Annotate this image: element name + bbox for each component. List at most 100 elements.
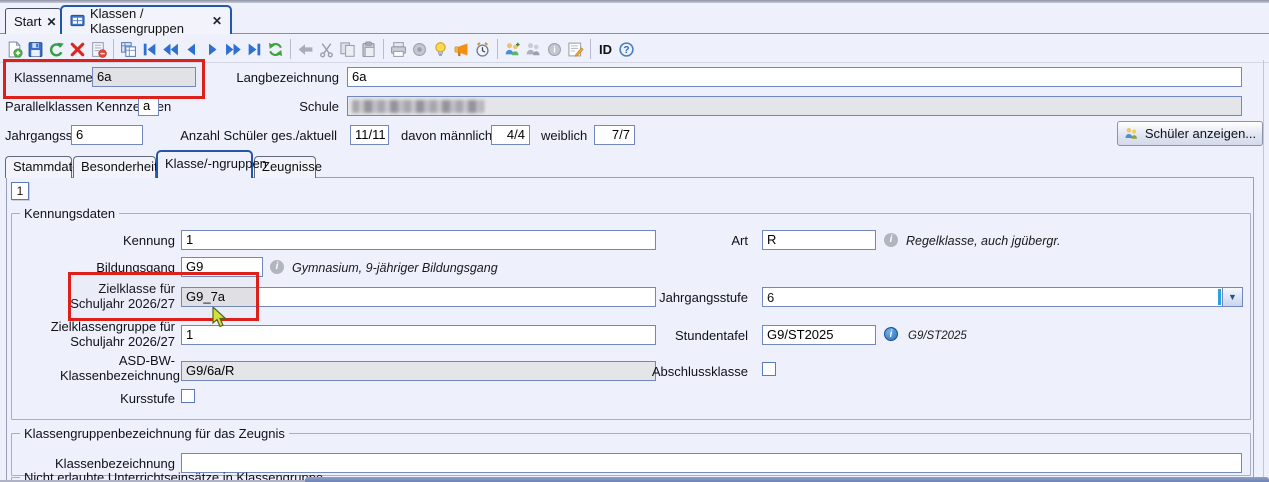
klassengruppe-selector-1[interactable]: 1 [11,182,29,200]
window-right-edge [1263,60,1264,482]
zielklassengruppe-field[interactable]: 1 [181,325,656,345]
schule-label: Schule [200,99,339,114]
toolbar-separator [383,39,384,59]
kennungsdaten-legend: Kennungsdaten [20,206,119,221]
parallelklassen-field[interactable]: a [138,96,159,116]
copy-record-icon[interactable] [118,39,139,60]
save-icon[interactable] [25,39,46,60]
bildungsgang-hint: Gymnasium, 9-jähriger Bildungsgang [292,261,498,275]
edit-form-icon[interactable] [565,39,586,60]
maennlich-field[interactable]: 4/4 [491,125,530,145]
art-hint: Regelklasse, auch jgübergr. [906,234,1061,248]
cut-icon[interactable] [316,39,337,60]
tab-klasse-ngruppen[interactable]: Klasse/-ngruppen [156,150,253,178]
module-window-icon [70,13,85,28]
print-icon[interactable] [388,39,409,60]
reminder-clock-icon[interactable] [472,39,493,60]
chevron-down-icon[interactable]: ▼ [1222,288,1242,306]
undo-icon[interactable] [46,39,67,60]
davon-maennlich-label: davon männlich [401,128,492,143]
asv-klassen-window: Start ✕ Klassen / Klassengruppen ✕ [0,0,1269,482]
disc-icon[interactable] [409,39,430,60]
toolbar-separator [590,39,591,59]
toolbar-separator [497,39,498,59]
window-bottom-bar [305,477,1269,482]
zeugnis-legend: Klassengruppenbezeichnung für das Zeugni… [20,426,289,441]
art-field[interactable]: R [762,230,876,250]
nav-next-icon[interactable] [202,39,223,60]
back-icon[interactable] [295,39,316,60]
anzahl-schueler-label: Anzahl Schüler ges./aktuell [153,128,337,143]
jahrgangsstufe-header-field[interactable]: 6 [71,125,143,145]
nav-prev-icon[interactable] [181,39,202,60]
tab-zeugnisse-label: Zeugnisse [262,159,322,174]
kursstufe-label: Kursstufe [40,391,175,406]
kennung-label: Kennung [40,233,175,248]
kursstufe-checkbox[interactable] [181,389,195,403]
students-button-icon [1124,126,1139,141]
annotation-box-zielklasse [68,272,259,321]
asd-bw-field[interactable]: G9/6a/R [181,361,656,381]
announcement-icon[interactable] [451,39,472,60]
svg-text:?: ? [623,45,629,56]
tab-besonderheiten[interactable]: Besonderheiten [73,156,156,178]
nav-prev-fast-icon[interactable] [160,39,181,60]
mouse-cursor [212,307,229,332]
remove-record-icon[interactable] [88,39,109,60]
abschlussklasse-checkbox[interactable] [762,362,776,376]
close-icon[interactable]: ✕ [46,15,56,29]
tab-stammdaten[interactable]: Stammdaten [5,156,72,178]
weiblich-label: weiblich [541,128,587,143]
jahrgangsstufe-combobox[interactable]: 6 ▼ [762,287,1243,307]
stundentafel-field[interactable]: G9/ST2025 [762,325,876,345]
add-student-icon[interactable] [502,39,523,60]
toolbar: i ID ? [4,37,637,61]
schueler-anzeigen-button[interactable]: Schüler anzeigen... [1117,121,1263,146]
tab-klassen-label: Klassen / Klassengruppen [90,6,207,36]
annotation-box-klassenname [3,59,205,99]
art-label: Art [600,233,748,248]
kennung-field[interactable]: 1 [181,230,656,250]
klassenbezeichnung-label: Klassenbezeichnung [40,456,175,471]
tab-start[interactable]: Start ✕ [5,8,61,34]
tab-klassen-klassengruppen[interactable]: Klassen / Klassengruppen ✕ [60,5,232,34]
id-button[interactable]: ID [595,39,616,60]
weiblich-field[interactable]: 7/7 [594,125,635,145]
stundentafel-hint: G9/ST2025 [908,330,967,342]
paste-icon[interactable] [358,39,379,60]
stundentafel-info-icon: i [884,327,898,341]
nav-next-fast-icon[interactable] [223,39,244,60]
close-icon[interactable]: ✕ [212,14,222,28]
refresh-icon[interactable] [265,39,286,60]
schueler-anzeigen-label: Schüler anzeigen... [1145,126,1256,141]
stundentafel-label: Stundentafel [600,328,748,343]
students-icon[interactable] [523,39,544,60]
svg-text:i: i [553,44,556,54]
window-top-edge [0,0,1269,3]
jahrgangsstufe-detail-label: Jahrgangsstufe [600,290,748,305]
nav-first-icon[interactable] [139,39,160,60]
combobox-caret [1218,289,1221,305]
copy-icon[interactable] [337,39,358,60]
asd-bw-label: ASD-BW-Klassenbezeichnung [60,353,175,383]
art-info-icon: i [884,233,898,247]
redacted-school-name [352,100,484,113]
hint-bulb-icon[interactable] [430,39,451,60]
toolbar-separator [290,39,291,59]
anzahl-schueler-field[interactable]: 11/11 [350,125,389,145]
zielklassengruppe-label: Zielklassengruppe für Schuljahr 2026/27 [30,319,175,349]
jahrgangsstufe-combobox-value: 6 [767,289,774,307]
abschlussklasse-label: Abschlussklasse [600,364,748,379]
new-record-icon[interactable] [4,39,25,60]
bildungsgang-info-icon: i [270,260,284,274]
langbezeichnung-field[interactable]: 6a [347,67,1242,87]
nav-last-icon[interactable] [244,39,265,60]
toolbar-separator [113,39,114,59]
tab-start-label: Start [14,14,41,29]
schule-field[interactable] [347,96,1242,116]
info-circle-icon[interactable]: i [544,39,565,60]
delete-icon[interactable] [67,39,88,60]
help-icon[interactable]: ? [616,39,637,60]
tab-klasse-ngruppen-label: Klasse/-ngruppen [165,156,267,171]
langbezeichnung-label: Langbezeichnung [200,70,339,85]
